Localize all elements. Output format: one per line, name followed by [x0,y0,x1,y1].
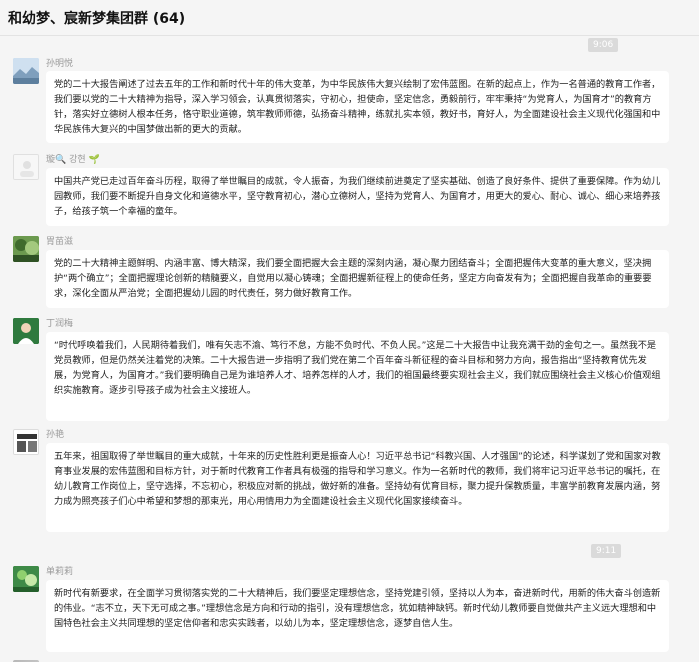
chat-title: 和幼梦、宸新梦集团群 (64) [0,0,699,36]
portrait-avatar[interactable] [13,318,39,344]
sender-name: 璇🔍 강현 🌱 [46,155,100,165]
timestamp: 9:06 [588,38,619,52]
message-bubble[interactable]: 党的二十大报告阐述了过去五年的工作和新时代十年的伟大变革，为中华民族伟大复兴绘制… [46,71,669,143]
books-avatar[interactable] [13,429,39,455]
chat-scrollbar[interactable] [695,37,699,662]
message-bubble[interactable]: 中国共产党已走过百年奋斗历程，取得了举世瞩目的成就，令人振奋，为我们继续前进奠定… [46,168,669,226]
message-bubble[interactable]: 党的二十大精神主题鲜明、内涵丰富、博大精深，我们要全面把握大会主题的深刻内涵，凝… [46,250,669,308]
nature-avatar[interactable] [13,236,39,262]
message-bubble[interactable]: 五年来，祖国取得了举世瞩目的重大成就，十年来的历史性胜利更是振奋人心！习近平总书… [46,443,669,532]
message-list[interactable]: 9:06 孙明悦 党的二十大报告阐述了过去五年的工作和新时代十年的伟大变革，为中… [0,37,699,662]
plant-avatar[interactable] [13,566,39,592]
message-bubble[interactable]: “时代呼唤着我们，人民期待着我们，唯有矢志不渝、笃行不怠，方能不负时代、不负人民… [46,332,669,421]
message-bubble[interactable]: 新时代有新要求，在全面学习贯彻落实党的二十大精神后，我们要坚定理想信念，坚持党建… [46,580,669,652]
sender-name: 丁润梅 [46,319,74,329]
timestamp: 9:11 [591,544,622,558]
sender-name: 孙艳 [46,430,65,440]
sender-name: 胃苗滋 [46,237,74,247]
sender-name: 单莉莉 [46,567,74,577]
sender-name: 孙明悦 [46,59,74,69]
landscape-avatar[interactable] [13,58,39,84]
blank-avatar[interactable] [13,154,39,180]
